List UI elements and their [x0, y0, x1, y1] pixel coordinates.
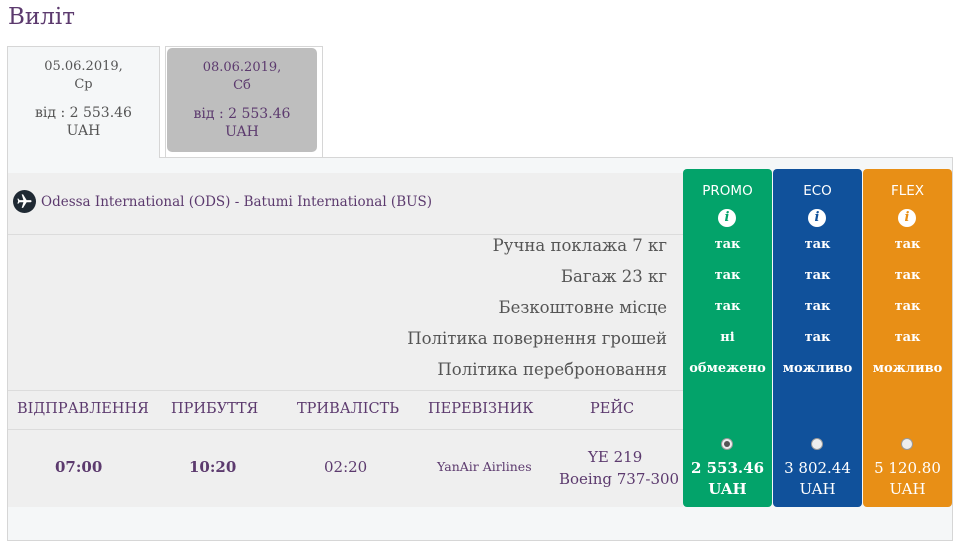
fare-value: так: [804, 268, 831, 283]
date-tab-08-06-frame: 08.06.2019, Сб від : 2 553.46 UAH: [165, 46, 323, 158]
fare-column-flex[interactable]: FLEX i так так так так можливо 5 120.80 …: [863, 169, 952, 507]
fare-price: 5 120.80: [874, 459, 941, 477]
tab-weekday: Сб: [233, 78, 251, 93]
fare-value: так: [894, 268, 921, 283]
tab-currency: UAH: [66, 123, 101, 139]
fare-currency: UAH: [708, 480, 747, 498]
carrier-name: YanAir Airlines: [437, 459, 532, 474]
tab-weekday: Ср: [74, 77, 93, 92]
arrival-time: 10:20: [189, 458, 237, 476]
fare-price: 2 553.46: [690, 459, 765, 477]
header-duration: ТРИВАЛІСТЬ: [297, 401, 400, 417]
fare-value: так: [894, 330, 921, 345]
departure-time: 07:00: [55, 458, 103, 476]
feature-rebooking-policy: Політика переброновання: [437, 360, 667, 379]
tab-price: від : 2 553.46: [193, 106, 291, 122]
header-departure: ВІДПРАВЛЕННЯ: [17, 401, 149, 417]
date-tab-08-06[interactable]: 08.06.2019, Сб від : 2 553.46 UAH: [167, 48, 317, 152]
tab-date: 05.06.2019,: [44, 59, 123, 74]
route-label: Odessa International (ODS) - Batumi Inte…: [41, 194, 433, 210]
header-carrier: ПЕРЕВІЗНИК: [428, 401, 534, 417]
duration: 02:20: [324, 458, 368, 476]
fare-name: FLEX: [890, 183, 925, 199]
airplane-icon: [13, 190, 36, 213]
header-arrival: ПРИБУТТЯ: [171, 401, 259, 417]
fare-value: так: [714, 237, 741, 252]
fare-value: так: [894, 299, 921, 314]
info-icon[interactable]: i: [898, 209, 916, 227]
info-icon[interactable]: i: [808, 209, 826, 227]
fare-name: PROMO: [702, 183, 753, 199]
fare-value: можливо: [782, 361, 853, 376]
fare-radio[interactable]: [811, 438, 823, 450]
fare-value: так: [894, 237, 921, 252]
page-title: Виліт: [8, 4, 75, 30]
fare-column-promo[interactable]: PROMO i так так так ні обмежено 2 553.46…: [683, 169, 772, 507]
fare-value: можливо: [872, 361, 943, 376]
fare-radio[interactable]: [721, 438, 733, 450]
feature-hand-luggage: Ручна поклажа 7 кг: [492, 236, 667, 255]
aircraft-type: Boeing 737-300: [559, 470, 680, 488]
tab-currency: UAH: [225, 124, 259, 140]
fare-column-eco[interactable]: ECO i так так так так можливо 3 802.44 U…: [773, 169, 862, 507]
info-icon[interactable]: i: [718, 209, 736, 227]
fare-value: так: [804, 237, 831, 252]
fare-value: так: [714, 299, 741, 314]
fare-price: 3 802.44: [784, 459, 851, 477]
fare-value: так: [804, 299, 831, 314]
tab-date: 08.06.2019,: [202, 60, 282, 75]
feature-baggage: Багаж 23 кг: [560, 267, 667, 286]
feature-free-seat: Безкоштовне місце: [498, 298, 667, 317]
fare-value: обмежено: [689, 361, 766, 376]
fare-currency: UAH: [889, 480, 926, 498]
fare-value: так: [804, 330, 831, 345]
tab-price: від : 2 553.46: [35, 105, 132, 121]
fare-name: ECO: [803, 183, 832, 199]
fare-value: так: [714, 268, 741, 283]
date-tab-05-06[interactable]: 05.06.2019, Ср від : 2 553.46 UAH: [7, 46, 160, 158]
fare-value: ні: [720, 330, 735, 345]
feature-refund-policy: Політика повернення грошей: [407, 329, 667, 348]
flight-number: YE 219: [588, 448, 643, 466]
fare-radio[interactable]: [901, 438, 913, 450]
header-flight: РЕЙС: [590, 401, 635, 417]
fare-currency: UAH: [799, 480, 836, 498]
